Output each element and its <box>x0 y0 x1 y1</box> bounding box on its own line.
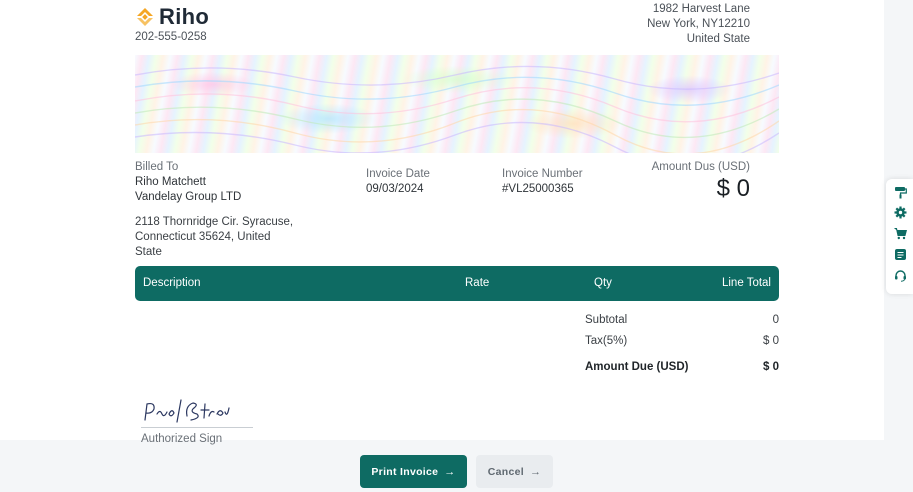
company-address: 1982 Harvest Lane New York, NY12210 Unit… <box>647 2 750 47</box>
print-invoice-label: Print Invoice <box>371 465 439 478</box>
invoice-date: Invoice Date 09/03/2024 <box>366 167 430 197</box>
billed-to-company: Vandelay Group LTD <box>135 191 242 203</box>
billed-to-address: 2118 Thornridge Cir. Syracuse, Connectic… <box>135 216 294 258</box>
column-description: Description <box>143 277 201 289</box>
paint-roller-icon[interactable] <box>894 186 907 199</box>
column-qty: Qty <box>594 277 612 289</box>
arrow-right-icon: → <box>529 465 542 478</box>
totals-summary: Subtotal 0 Tax(5%) $ 0 Amount Due (USD) … <box>585 314 779 382</box>
tax-label: Tax(5%) <box>585 335 628 347</box>
cancel-button[interactable]: Cancel → <box>476 455 553 488</box>
company-address-line: United State <box>686 33 750 45</box>
headset-icon[interactable] <box>894 269 907 282</box>
notepad-icon[interactable] <box>894 248 907 261</box>
arrow-right-icon: → <box>444 465 456 478</box>
logo-icon <box>137 8 153 26</box>
invoice-card: Riho 202-555-0258 1982 Harvest Lane New … <box>0 0 884 445</box>
company-address-line: 1982 Harvest Lane <box>652 3 750 15</box>
grand-total-value: $ 0 <box>763 361 779 373</box>
column-line-total: Line Total <box>721 277 771 289</box>
invoice-banner-image <box>135 55 779 153</box>
subtotal-row: Subtotal 0 <box>585 314 779 335</box>
billed-to-label: Billed To <box>135 161 179 173</box>
subtotal-value: 0 <box>772 314 779 326</box>
subtotal-label: Subtotal <box>585 314 628 326</box>
billed-to-name: Riho Matchett <box>135 176 206 188</box>
print-invoice-button[interactable]: Print Invoice → <box>360 455 467 488</box>
company-phone: 202-555-0258 <box>135 31 207 43</box>
invoice-number-label: Invoice Number <box>502 168 583 180</box>
invoice-number: Invoice Number #VL25000365 <box>502 167 583 197</box>
items-table-header: Description Rate Qty Line Total <box>135 266 779 301</box>
invoice-date-label: Invoice Date <box>366 168 430 180</box>
invoice-date-value: 09/03/2024 <box>366 183 424 195</box>
gear-icon[interactable] <box>894 206 907 219</box>
invoice-number-value: #VL25000365 <box>502 183 574 195</box>
tax-row: Tax(5%) $ 0 <box>585 335 779 356</box>
authorized-sign-label: Authorized Sign <box>141 433 223 445</box>
company-address-line: New York, NY12210 <box>647 18 750 30</box>
customizer-side-panel <box>886 179 913 294</box>
amount-due-label: Amount Dus (USD) <box>651 161 750 173</box>
amount-due-value: $ 0 <box>716 175 750 202</box>
grand-total-row: Amount Due (USD) $ 0 <box>585 361 779 382</box>
column-rate: Rate <box>465 277 490 289</box>
brand-name: Riho <box>159 4 210 29</box>
brand-logo[interactable]: Riho <box>135 4 209 30</box>
tax-value: $ 0 <box>763 335 779 347</box>
billed-to: Billed To Riho Matchett Vandelay Group L… <box>135 160 241 205</box>
amount-due: Amount Dus (USD) $ 0 <box>652 161 750 203</box>
cancel-label: Cancel <box>487 465 524 478</box>
signature-scribble <box>144 399 230 423</box>
grand-total-label: Amount Due (USD) <box>585 361 689 373</box>
cart-icon[interactable] <box>894 227 907 240</box>
signature-image <box>141 396 253 428</box>
